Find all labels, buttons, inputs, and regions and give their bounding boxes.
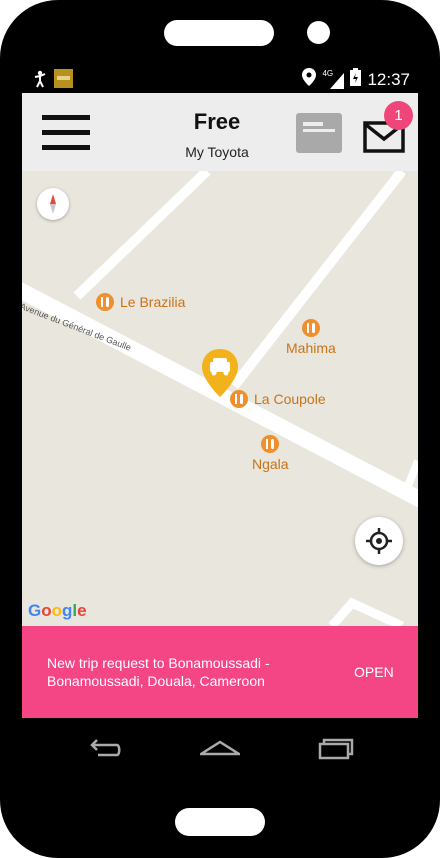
hamburger-menu-icon[interactable] bbox=[42, 115, 90, 151]
app-bar: Free My Toyota 1 bbox=[22, 93, 418, 171]
phone-frame: 4G 12:37 Free My Toyota 1 Avenue du Géné… bbox=[0, 0, 440, 858]
home-icon[interactable] bbox=[196, 732, 244, 766]
poi-mahima[interactable]: Mahima bbox=[286, 319, 336, 356]
chat-icon[interactable] bbox=[296, 113, 342, 153]
poi-label: Mahima bbox=[286, 340, 336, 356]
title-block: Free My Toyota bbox=[142, 109, 292, 160]
screen: 4G 12:37 Free My Toyota 1 Avenue du Géné… bbox=[22, 64, 418, 782]
app-notification-icon bbox=[54, 69, 73, 93]
page-title: Free bbox=[193, 109, 241, 134]
poi-la-coupole[interactable]: La Coupole bbox=[230, 390, 326, 408]
map-view[interactable]: Avenue du Général de Gaulle Le Brazilia … bbox=[22, 171, 418, 626]
clock: 12:37 bbox=[367, 69, 410, 89]
compass-icon[interactable] bbox=[37, 188, 69, 220]
hardware-home-button[interactable] bbox=[175, 808, 265, 836]
recents-icon[interactable] bbox=[316, 732, 356, 766]
google-attribution: Google bbox=[28, 601, 87, 620]
mail-badge: 1 bbox=[384, 101, 413, 130]
poi-label: Le Brazilia bbox=[120, 294, 186, 310]
system-nav-bar bbox=[22, 718, 418, 782]
restaurant-icon bbox=[261, 435, 280, 453]
front-camera bbox=[307, 21, 330, 44]
back-icon[interactable] bbox=[84, 732, 124, 766]
poi-ngala[interactable]: Ngala bbox=[252, 435, 289, 472]
restaurant-icon bbox=[96, 293, 114, 311]
poi-label: Ngala bbox=[252, 456, 289, 472]
battery-icon bbox=[350, 68, 362, 91]
poi-le-brazilia[interactable]: Le Brazilia bbox=[96, 293, 185, 311]
poi-label: La Coupole bbox=[254, 391, 326, 407]
car-marker-icon[interactable] bbox=[200, 347, 240, 404]
status-bar: 4G 12:37 bbox=[22, 64, 418, 93]
stickman-notification-icon bbox=[32, 70, 48, 93]
my-location-button[interactable] bbox=[355, 517, 403, 565]
location-icon bbox=[302, 68, 317, 91]
trip-request-banner: New trip request to Bonamoussadi - Bonam… bbox=[22, 626, 418, 718]
signal-icon: 4G bbox=[322, 69, 345, 89]
earpiece bbox=[164, 20, 274, 46]
restaurant-icon bbox=[301, 319, 320, 337]
trip-request-message: New trip request to Bonamoussadi - Bonam… bbox=[47, 655, 270, 689]
crosshair-icon bbox=[366, 528, 392, 554]
vehicle-subtitle: My Toyota bbox=[185, 144, 249, 160]
open-button[interactable]: OPEN bbox=[354, 664, 394, 680]
